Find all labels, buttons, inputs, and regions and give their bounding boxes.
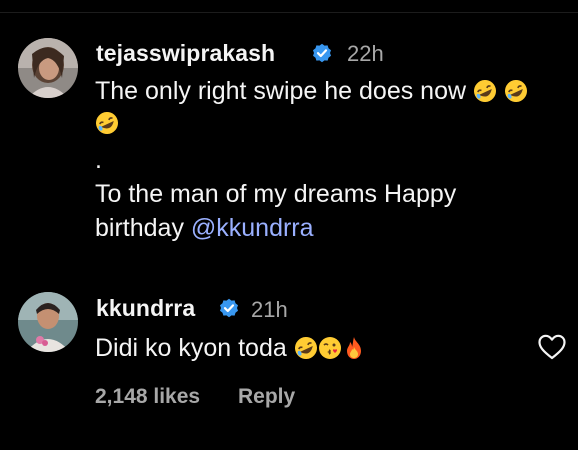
username[interactable]: kkundrra (96, 295, 195, 322)
username[interactable]: tejasswiprakash (96, 40, 275, 67)
comment-text-line-1: The only right swipe he does now (95, 76, 528, 110)
verified-badge-icon (220, 298, 238, 318)
rofl-emoji-icon (473, 79, 497, 110)
reply-button[interactable]: Reply (238, 385, 295, 409)
heart-outline-icon[interactable] (538, 334, 566, 360)
avatar-image (18, 38, 78, 98)
kiss-emoji-icon (318, 336, 342, 367)
comment-text-line-3: . (95, 146, 102, 174)
comment-text-line-1: Didi ko kyon toda (95, 333, 366, 367)
avatar-tejasswiprakash[interactable] (18, 38, 78, 98)
mention-link[interactable]: @kkundrra (191, 214, 314, 242)
rofl-emoji-icon (95, 111, 119, 142)
likes-count[interactable]: 2,148 likes (95, 385, 200, 409)
comment-text-line-5: birthday @kkundrra (95, 213, 314, 243)
comment-text-line-4: To the man of my dreams Happy (95, 180, 457, 208)
top-divider (0, 12, 578, 13)
comment-timestamp: 21h (251, 297, 288, 322)
comment-text-line-2 (95, 108, 119, 142)
rofl-emoji-icon (294, 336, 318, 367)
avatar-kkundrra[interactable] (18, 292, 78, 352)
avatar-image (18, 292, 78, 352)
rofl-emoji-icon (504, 79, 528, 110)
verified-badge-icon (313, 43, 331, 63)
comment-text: birthday (95, 214, 191, 242)
comment-timestamp: 22h (347, 41, 384, 66)
comment-text: Didi ko kyon toda (95, 334, 287, 362)
fire-emoji-icon (342, 336, 366, 367)
comment-text: The only right swipe he does now (95, 77, 467, 105)
